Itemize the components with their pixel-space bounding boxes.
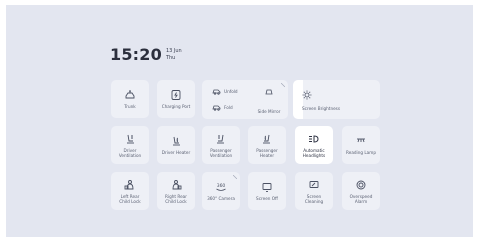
tile-overspeed-alarm[interactable]: Overspeed Alarm [342,172,380,210]
time: 15:20 [110,45,162,64]
tile-label: Reading Lamp [346,150,376,155]
tile-reading-lamp[interactable]: Reading Lamp [342,126,380,164]
tile-right-rear-child-lock[interactable]: Right Rear Child Lock [157,172,195,210]
mirror-fold-button[interactable]: Fold [212,103,233,111]
tile-label: Left Rear Child Lock [119,193,141,204]
tile-screen-off[interactable]: Screen Off [248,172,286,210]
expand-corner-icon [233,175,237,179]
mirror-fold-icon [212,105,221,111]
tile-label: Driver Ventilation [118,147,142,158]
screen-cleaning-icon [308,179,320,191]
tile-passenger-heater[interactable]: Passenger Heater [248,126,286,164]
left-child-lock-icon [124,179,136,191]
tile-driver-ventilation[interactable]: Driver Ventilation [111,126,149,164]
tile-label: Passenger Heater [256,147,278,158]
tile-label: Driver Heater [161,150,191,155]
mirror-unfold-button[interactable]: Unfold [212,87,238,95]
tile-label: Trunk [124,104,136,109]
right-child-lock-icon [170,179,182,191]
tile-screen-cleaning[interactable]: Screen Cleaning [295,172,333,210]
headlights-icon [308,133,320,145]
tile-trunk[interactable]: Trunk [111,80,149,118]
tile-passenger-ventilation[interactable]: Passenger Ventilation [202,126,240,164]
tile-charging-port[interactable]: Charging Port [157,80,195,118]
date: 13 Jun [165,48,182,54]
tile-label: Charging Port [161,104,191,109]
tile-label: Screen Off [256,196,278,201]
tile-360-camera[interactable]: 360 360° Camera [202,172,240,210]
tile-automatic-headlights[interactable]: Automatic Headlights [295,126,333,164]
reading-lamp-icon [355,135,367,147]
side-mirror-icon [265,89,273,95]
trunk-icon [124,89,136,101]
mirror-unfold-label: Unfold [224,88,238,94]
tile-label: Automatic Headlights [302,147,326,158]
expand-corner-icon [281,83,285,87]
tile-left-rear-child-lock[interactable]: Left Rear Child Lock [111,172,149,210]
screen-brightness-slider[interactable]: Screen Brightness [293,80,380,119]
tile-label: Right Rear Child Lock [165,193,187,204]
tile-label: Screen Cleaning [304,193,324,204]
tile-driver-heater[interactable]: Driver Heater [157,126,195,164]
charging-port-icon [170,89,182,101]
passenger-ventilation-icon [215,133,227,145]
mirror-fold-label: Fold [224,104,233,110]
passenger-heater-icon [261,133,273,145]
tile-label: 360° Camera [207,196,235,201]
svg-text:360: 360 [217,183,226,189]
tile-label: Overspeed Alarm [349,193,373,204]
mirror-unfold-icon [212,89,221,95]
date-block: 13 Jun Thu [166,48,182,62]
weekday: Thu [165,55,176,61]
driver-ventilation-icon [124,133,136,145]
clock: 15:20 13 Jun Thu [110,46,182,64]
driver-heater-icon [170,135,182,147]
overspeed-alarm-icon [355,179,367,191]
screen-off-icon [261,181,273,193]
sun-icon [302,90,312,100]
side-mirror-panel: Unfold Fold Side Mirror Adjustment [202,80,288,133]
tile-label: Passenger Ventilation [209,147,233,158]
screen-brightness-label: Screen Brightness [302,106,341,111]
camera-360-icon: 360 [215,181,227,193]
